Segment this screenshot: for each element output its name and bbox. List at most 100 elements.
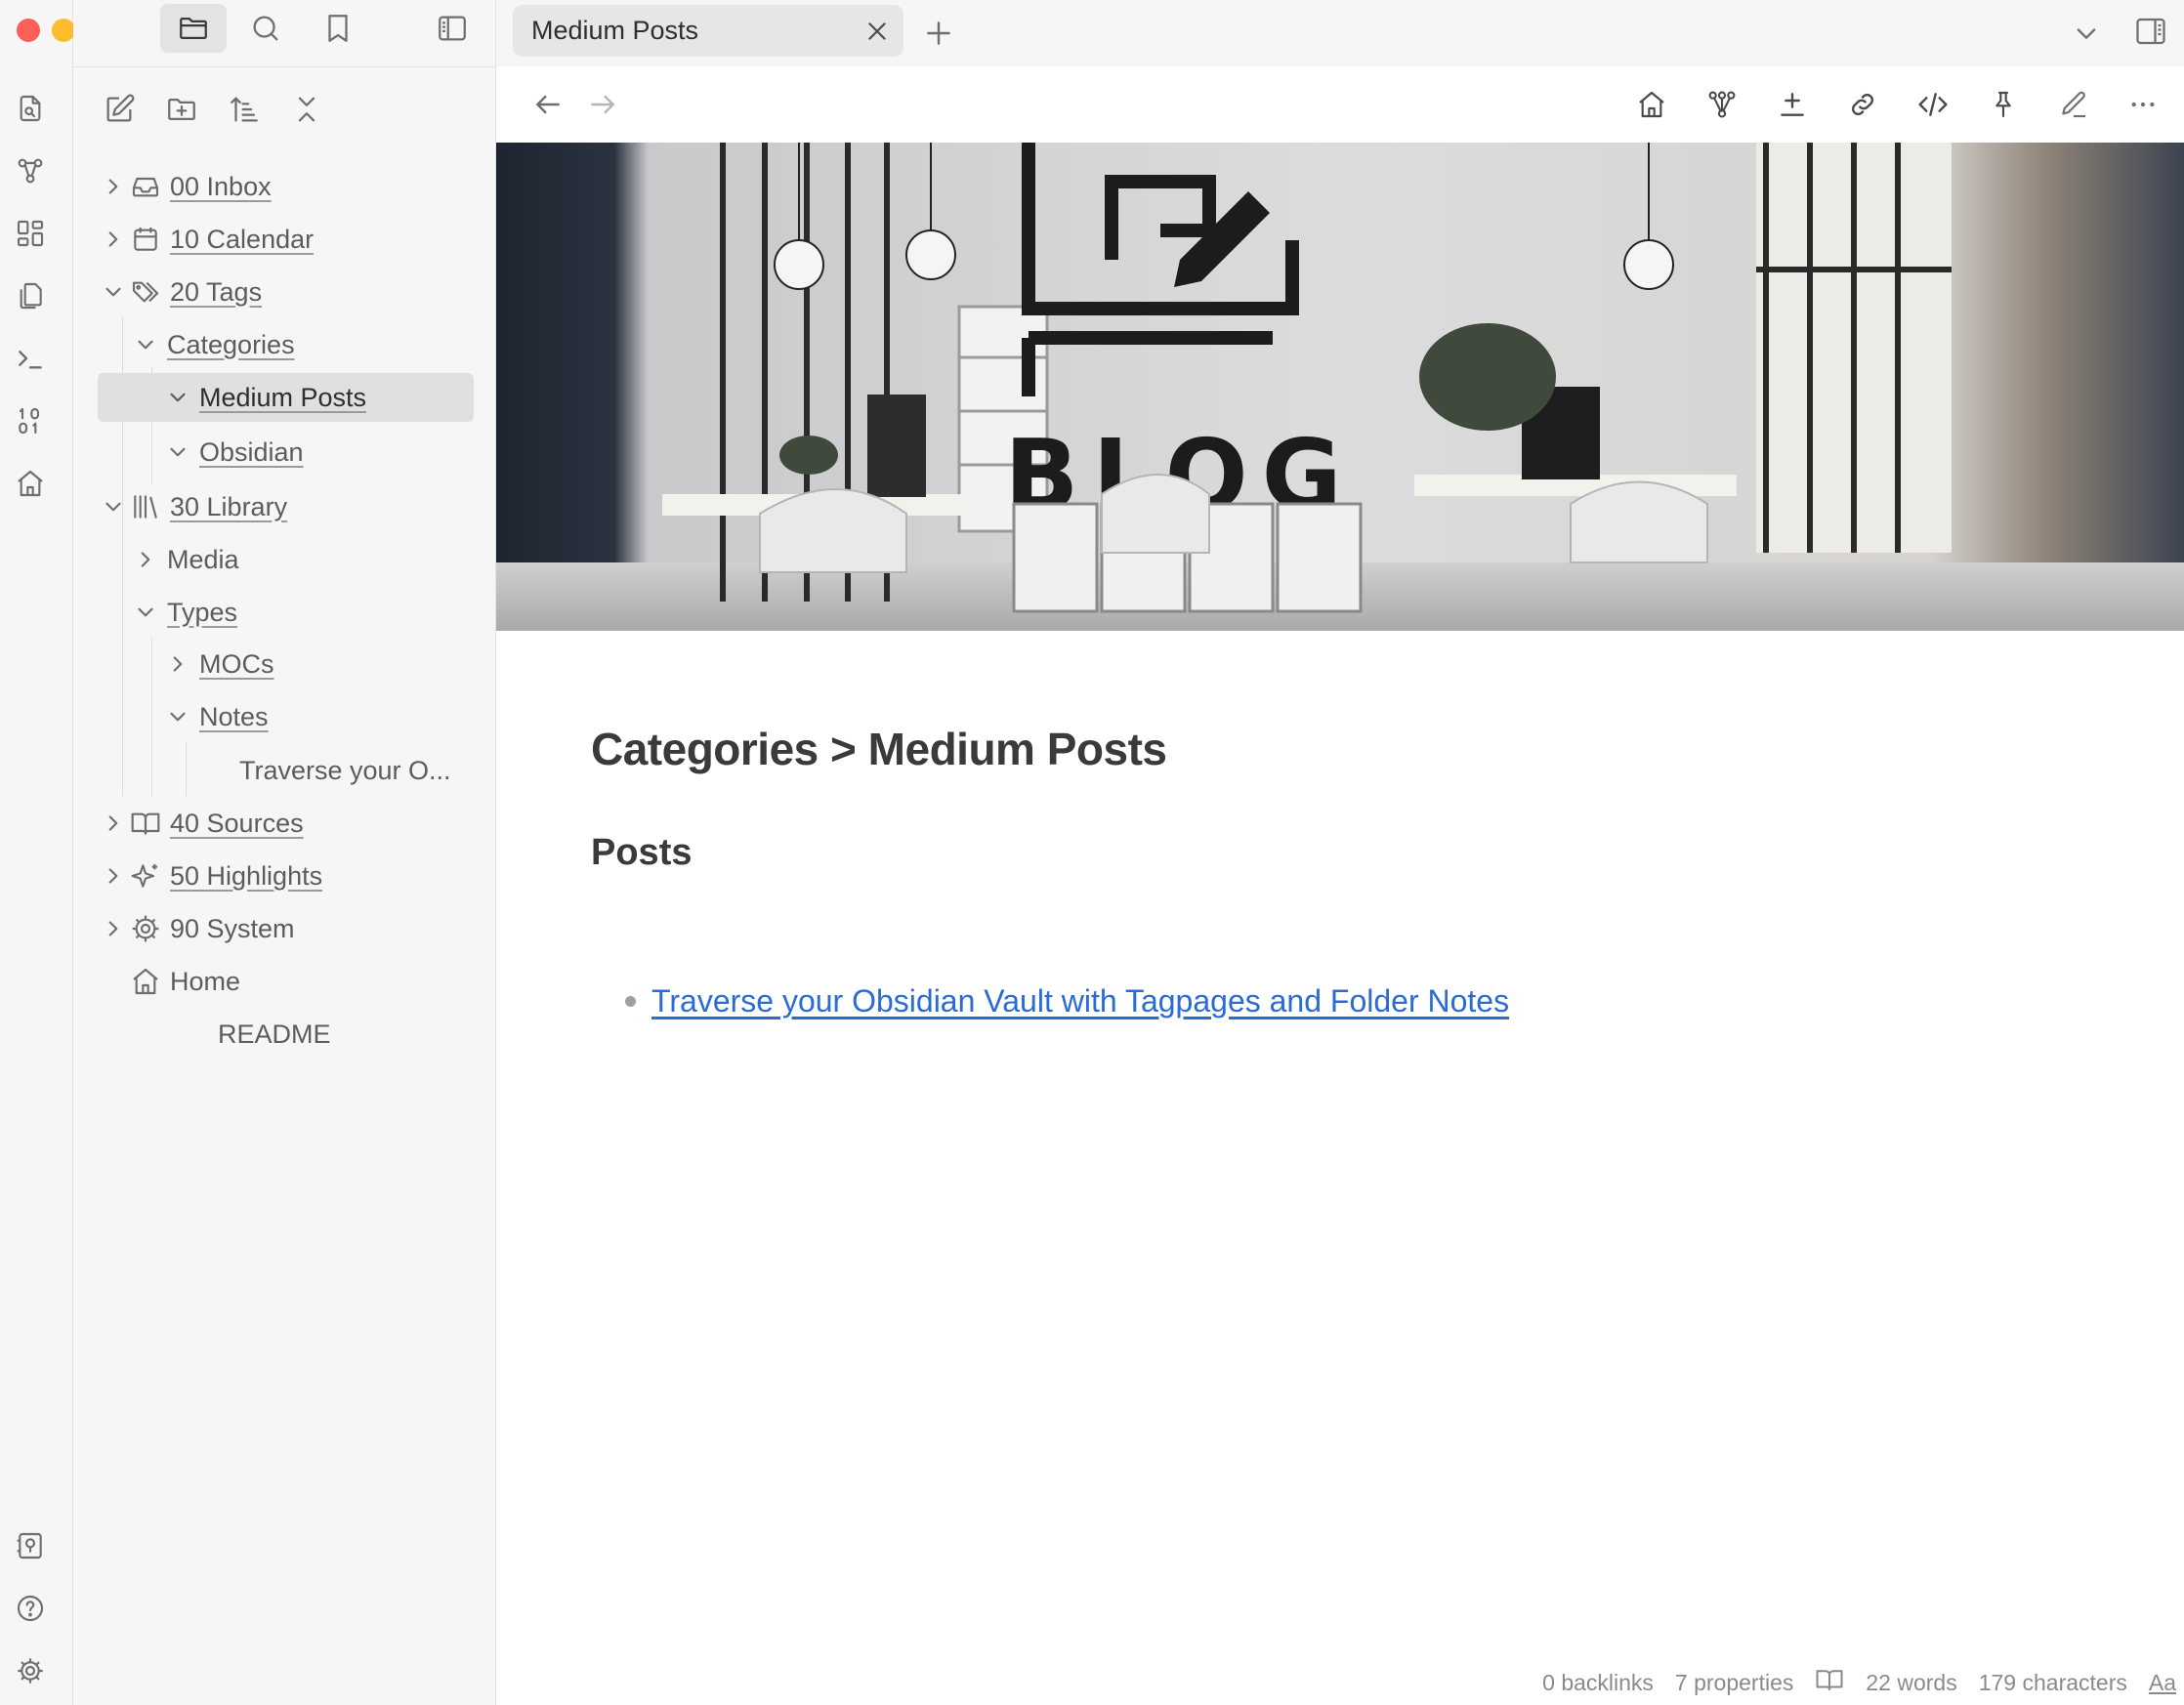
command-palette-icon[interactable] [14, 342, 47, 375]
folder-40-sources[interactable]: 40 Sources [98, 799, 474, 848]
settings-icon[interactable] [14, 1654, 47, 1687]
right-sidebar-toggle-icon[interactable] [2129, 10, 2172, 53]
search-tab[interactable] [232, 4, 299, 53]
folder-10-calendar[interactable]: 10 Calendar [98, 215, 474, 264]
folder-label: 20 Tags [170, 276, 263, 307]
note-content: Categories > Medium Posts Posts Traverse… [591, 723, 2056, 1019]
edit-icon[interactable] [2054, 85, 2093, 124]
minimize-window-button[interactable] [52, 19, 75, 42]
back-arrow-icon[interactable] [528, 85, 567, 124]
folder-label: Media [167, 544, 239, 574]
posts-heading: Posts [591, 832, 693, 873]
pin-icon[interactable] [1984, 85, 2023, 124]
ribbon [0, 0, 110, 1705]
tab-medium-posts[interactable]: Medium Posts [513, 5, 903, 57]
folder-label: 90 System [170, 913, 295, 943]
reading-mode-icon[interactable] [1815, 1665, 1844, 1700]
folder-notes[interactable]: Notes [98, 692, 474, 741]
calendar-icon [129, 223, 162, 256]
chevron-down-icon[interactable] [162, 382, 193, 413]
collapse-all-button[interactable] [285, 88, 328, 131]
main-workspace: Medium Posts BLOG Categories > Medium Po… [496, 0, 2184, 1705]
open-quick-switcher-icon[interactable] [14, 92, 47, 125]
home-icon[interactable] [14, 467, 47, 500]
folder-obsidian[interactable]: Obsidian [98, 428, 474, 477]
templates-icon[interactable] [14, 279, 47, 312]
bullet-icon [625, 996, 636, 1007]
folder-types[interactable]: Types [98, 588, 474, 637]
chevron-down-icon[interactable] [98, 276, 129, 308]
file-readme[interactable]: README [98, 1010, 474, 1059]
more-icon[interactable] [2123, 85, 2163, 124]
sort-icon [231, 97, 258, 122]
chevron-down-icon[interactable] [98, 491, 129, 522]
font-toggle[interactable]: Aa [2149, 1670, 2176, 1696]
code-icon[interactable] [1913, 85, 1953, 124]
chevron-right-icon[interactable] [98, 913, 129, 944]
bookmarks-tab[interactable] [305, 4, 371, 53]
list-item: Traverse your Obsidian Vault with Tagpag… [591, 983, 2056, 1019]
folder-media[interactable]: Media [98, 535, 474, 584]
insert-icon[interactable] [1773, 85, 1812, 124]
new-note-button[interactable] [98, 88, 141, 131]
sidebar-header-divider [73, 66, 496, 67]
folder-30-library[interactable]: 30 Library [98, 482, 474, 531]
post-link[interactable]: Traverse your Obsidian Vault with Tagpag… [651, 983, 1509, 1019]
folder-00-inbox[interactable]: 00 Inbox [98, 162, 474, 211]
backlinks-count[interactable]: 0 backlinks [1542, 1670, 1654, 1696]
chevron-right-icon[interactable] [98, 171, 129, 202]
word-count: 22 words [1866, 1669, 1957, 1695]
folder-label: Types [167, 597, 238, 627]
sort-button[interactable] [223, 88, 266, 131]
canvas-icon[interactable] [14, 217, 47, 250]
folder-medium-posts[interactable]: Medium Posts [98, 373, 474, 422]
sidebar-toggle-icon [439, 16, 466, 41]
folder-20-tags[interactable]: 20 Tags [98, 268, 474, 316]
folder-label: 40 Sources [170, 808, 304, 838]
chevron-down-icon[interactable] [130, 597, 161, 628]
folder-categories[interactable]: Categories [98, 320, 474, 369]
folder-mocs[interactable]: MOCs [98, 640, 474, 688]
collapse-sidebar-button[interactable] [419, 4, 485, 53]
book-open-icon [129, 807, 162, 840]
link-icon[interactable] [1843, 85, 1882, 124]
folder-90-system[interactable]: 90 System [98, 904, 474, 953]
close-icon[interactable] [862, 17, 892, 46]
home-icon[interactable] [1632, 85, 1671, 124]
inbox-icon [129, 170, 162, 203]
new-folder-button[interactable] [160, 88, 203, 131]
chevron-down-icon[interactable] [162, 437, 193, 468]
properties-count[interactable]: 7 properties [1675, 1670, 1793, 1696]
forward-arrow-icon[interactable] [583, 85, 622, 124]
file-label: README [218, 1019, 331, 1049]
collapse-all-icon [298, 97, 315, 122]
file-home[interactable]: Home [98, 957, 474, 1006]
folder-label: MOCs [199, 648, 274, 679]
chevron-right-icon[interactable] [130, 544, 161, 575]
folder-label: 50 Highlights [170, 860, 323, 891]
close-window-button[interactable] [17, 19, 40, 42]
help-icon[interactable] [14, 1592, 47, 1625]
banner-image: BLOG [496, 143, 2184, 631]
new-tab-plus-icon[interactable] [919, 14, 958, 53]
chevron-down-icon[interactable] [162, 701, 193, 732]
chevron-down-icon[interactable] [130, 329, 161, 360]
tab-list-chevron-down-icon[interactable] [2067, 14, 2106, 53]
tags-icon [129, 275, 162, 309]
folder-50-highlights[interactable]: 50 Highlights [98, 852, 474, 900]
search-icon [253, 16, 278, 41]
file-traverse-note[interactable]: Traverse your O... [98, 746, 474, 795]
chevron-right-icon[interactable] [162, 648, 193, 680]
folder-label: 10 Calendar [170, 224, 315, 254]
chevron-right-icon[interactable] [98, 224, 129, 255]
bookmark-icon [328, 15, 348, 42]
chevron-right-icon[interactable] [98, 808, 129, 839]
chevron-right-icon[interactable] [98, 860, 129, 892]
home-icon [129, 965, 162, 998]
open-vault-icon[interactable] [14, 1529, 47, 1562]
graph-view-icon[interactable] [14, 154, 47, 187]
folder-label: 00 Inbox [170, 171, 272, 201]
graph-icon[interactable] [1702, 85, 1742, 124]
random-note-icon[interactable] [14, 404, 47, 437]
files-tab[interactable] [160, 4, 227, 53]
